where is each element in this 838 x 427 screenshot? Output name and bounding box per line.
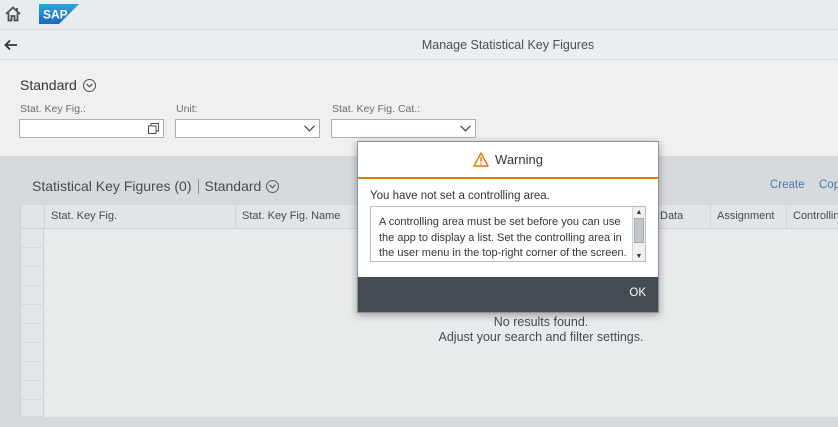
dialog-details-box[interactable]: A controlling area must be set before yo… (370, 206, 646, 262)
dialog-details-text: A controlling area must be set before yo… (379, 216, 627, 259)
home-icon (5, 6, 21, 22)
title-separator (197, 178, 199, 194)
scroll-down-arrow-icon[interactable]: ▼ (633, 251, 645, 261)
warning-dialog: Warning You have not set a controlling a… (357, 141, 659, 313)
variant-selector[interactable]: Standard (20, 77, 96, 93)
row-selector[interactable] (21, 229, 44, 248)
unit-label: Unit: (176, 103, 198, 115)
unit-select[interactable] (175, 119, 320, 138)
row-selector[interactable] (21, 324, 44, 343)
dialog-header: Warning (358, 142, 658, 179)
column-header-assignment[interactable]: Assignment (711, 205, 787, 229)
chevron-down-icon[interactable] (303, 122, 316, 135)
create-button[interactable]: Create (770, 179, 805, 191)
row-selector[interactable] (21, 381, 44, 400)
no-results-message: No results found. Adjust your search and… (351, 315, 731, 345)
page-header: Manage Statistical Key Figures (0, 30, 838, 60)
stat-key-fig-cat-label: Stat. Key Fig. Cat.: (332, 103, 421, 115)
warning-icon (473, 152, 489, 167)
select-all-header[interactable] (21, 205, 45, 229)
sap-logo[interactable]: SAP (39, 4, 79, 24)
row-selector[interactable] (21, 400, 44, 417)
row-selector[interactable] (21, 248, 44, 267)
no-results-line1: No results found. (493, 315, 589, 329)
table-title: Statistical Key Figures (0) Standard (32, 178, 280, 194)
dialog-message: You have not set a controlling area. (370, 190, 550, 202)
page-title: Manage Statistical Key Figures (421, 38, 595, 52)
stat-key-fig-label: Stat. Key Fig.: (20, 103, 86, 115)
stat-key-fig-cat-select[interactable] (331, 119, 476, 138)
ok-button[interactable]: OK (629, 287, 646, 299)
stat-key-fig-input[interactable] (19, 119, 164, 138)
row-selector[interactable] (21, 343, 44, 362)
chevron-down-icon (82, 78, 96, 92)
row-selector[interactable] (21, 286, 44, 305)
row-selector[interactable] (21, 267, 44, 286)
shell-bar: SAP (0, 0, 838, 30)
scrollbar-thumb[interactable] (634, 218, 644, 243)
value-help-icon[interactable] (147, 122, 160, 135)
dialog-title: Warning (495, 152, 543, 167)
dialog-footer: OK (358, 277, 658, 312)
row-selector[interactable] (21, 362, 44, 381)
sap-logo-text: SAP (43, 8, 68, 22)
home-button[interactable] (2, 2, 24, 26)
chevron-down-icon[interactable] (266, 179, 280, 193)
table-variant-label[interactable]: Standard (205, 178, 262, 194)
scroll-up-arrow-icon[interactable]: ▲ (633, 207, 645, 217)
copy-button[interactable]: Cop (819, 179, 838, 191)
table-title-text: Statistical Key Figures (0) (32, 178, 192, 194)
no-results-line2: Adjust your search and filter settings. (438, 330, 644, 344)
row-selector[interactable] (21, 305, 44, 324)
variant-label: Standard (20, 77, 77, 93)
column-header-data[interactable]: Data (656, 205, 711, 229)
column-header-controlling[interactable]: Controlling (787, 205, 838, 229)
chevron-down-icon[interactable] (459, 122, 472, 135)
column-header-stat-key-fig[interactable]: Stat. Key Fig. (45, 205, 236, 229)
details-scrollbar[interactable]: ▲ ▼ (632, 207, 645, 261)
